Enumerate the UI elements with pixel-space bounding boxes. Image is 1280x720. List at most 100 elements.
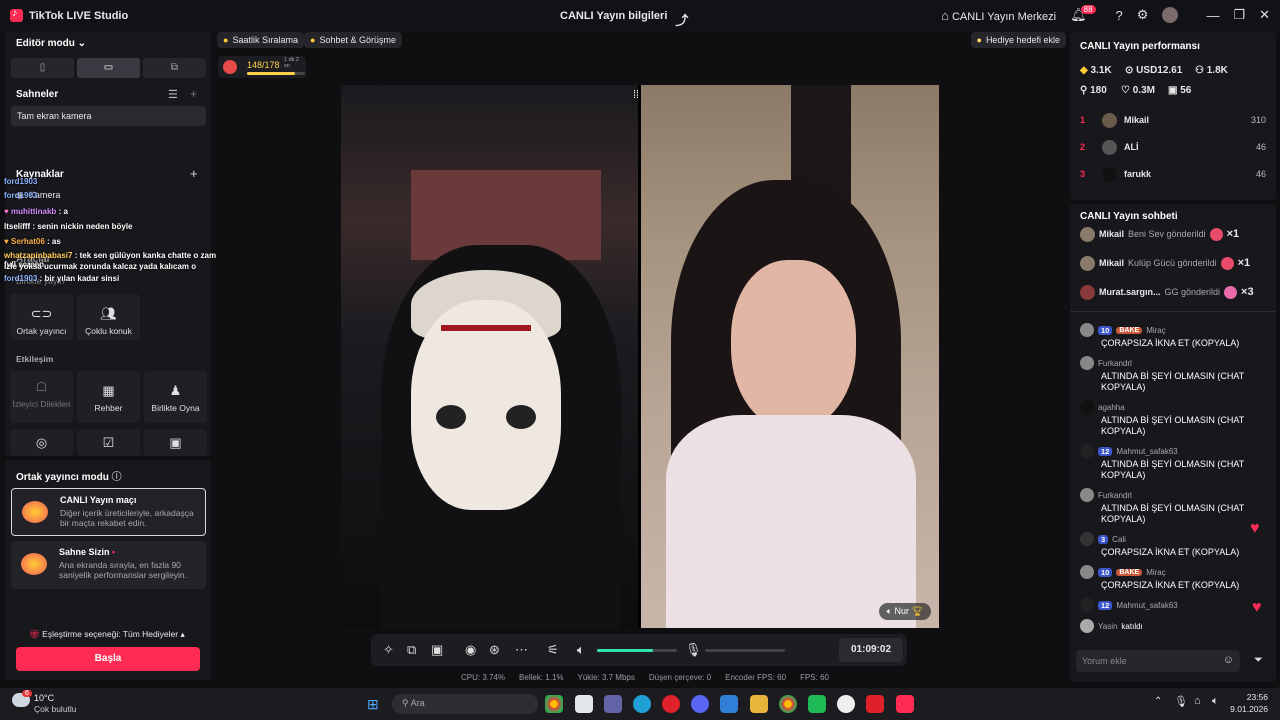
volume-icon[interactable]: 🔈︎	[1212, 695, 1219, 708]
chat-message[interactable]: 10 BAKE Miraç ÇORAPSIZA İKNA ET (KOPYALA)	[1080, 565, 1266, 591]
start-button[interactable]: Başla	[16, 647, 200, 671]
opera-icon[interactable]	[662, 695, 680, 713]
scene-item[interactable]: Tam ekran kamera	[11, 106, 206, 126]
chat-meet-button[interactable]: ● Sohbet & Görüşme	[304, 32, 402, 48]
mail-icon[interactable]	[720, 695, 738, 713]
chat-icon: ●	[310, 35, 316, 45]
info-icon[interactable]: ⓘ	[112, 472, 122, 483]
chat-message[interactable]: Furkandrl ALTINDA Bİ ŞEYİ OLMASIN (CHAT K…	[1080, 488, 1266, 525]
clock-time[interactable]: 23:56	[1240, 692, 1268, 702]
landscape-mode-button[interactable]: ▭	[77, 58, 140, 78]
minimize-icon[interactable]: —	[1206, 8, 1219, 23]
teams-icon[interactable]	[604, 695, 622, 713]
more-icon[interactable]: ⋯	[515, 642, 528, 658]
discord-icon[interactable]	[691, 695, 709, 713]
magic-icon[interactable]: ✧	[383, 642, 394, 658]
close-icon[interactable]: ✕	[1259, 7, 1270, 23]
play-together-button[interactable]: ♟ Birlikte Oyna	[144, 371, 207, 423]
taskbar-search[interactable]: ⚲ Ara	[392, 694, 538, 714]
clock-date[interactable]: 9.01.2026	[1224, 704, 1268, 714]
followers-stat: ⚇ 1.8K	[1195, 65, 1228, 76]
gift-message: Mikail Kulüp Gücü gönderildi ×1	[1080, 252, 1250, 274]
video-preview[interactable]: ⁞⁞ 🔈︎ Nur 🏆︎	[341, 85, 939, 628]
users-icon: 👥︎	[100, 306, 117, 321]
chat-message[interactable]: 12 Mahmut_safak63	[1080, 598, 1266, 612]
layout-icon[interactable]: ▣	[431, 642, 443, 658]
dual-mode-button[interactable]: ⧉	[143, 58, 206, 78]
notifications-button[interactable]: 🔔︎88	[1070, 5, 1101, 23]
chat-message[interactable]: Furkandrl ALTINDA Bİ ŞEYİ OLMASIN (CHAT K…	[1080, 356, 1266, 393]
gear-icon[interactable]: ⚙	[1137, 7, 1149, 23]
avatar	[1080, 444, 1094, 458]
stage-yours-card[interactable]: Sahne Sizin • Ana ekranda sırayla, en fa…	[11, 541, 206, 589]
tiktok-icon[interactable]	[896, 695, 914, 713]
volume-slider[interactable]	[597, 649, 677, 652]
overlay-chat-user: ford1903	[4, 177, 38, 186]
ranking-row[interactable]: 3 farukk 46	[1080, 163, 1266, 185]
windows-start-icon[interactable]: ⊞	[367, 696, 379, 713]
viewer-requests-button[interactable]: ☖ İzleyici Dilekleri	[10, 371, 73, 423]
screen-icon[interactable]: ⧉	[407, 642, 416, 658]
emoji-icon[interactable]: ☺	[1223, 654, 1234, 666]
avatar	[1080, 488, 1094, 502]
card-title: Sahne Sizin •	[59, 547, 116, 557]
folder-icon[interactable]	[750, 695, 768, 713]
microphone-icon[interactable]: 🎙︎	[1174, 695, 1188, 708]
live-info-button[interactable]: CANLI Yayın bilgileri ⤴	[560, 10, 688, 29]
overlay-chat-text: : a	[58, 207, 68, 216]
add-scene-icon[interactable]: +	[190, 87, 197, 101]
live-center-label: CANLI Yayın Merkezi	[951, 10, 1057, 23]
ranking-row[interactable]: 2 ALİ 46	[1080, 136, 1266, 158]
rank-number: 2	[1080, 142, 1086, 152]
record-icon[interactable]: ◉	[465, 642, 476, 658]
weather-desc[interactable]: Çok bulutlu	[34, 704, 77, 714]
portrait-mode-button[interactable]: ▯	[11, 58, 74, 78]
network-icon[interactable]: ⌂	[1194, 695, 1201, 707]
rank-number: 3	[1080, 169, 1086, 179]
tool-button[interactable]: ☑	[77, 429, 140, 456]
upload-stat: Yükle: 3.7 Mbps	[577, 673, 635, 682]
effects-icon[interactable]: ⊛	[489, 642, 500, 658]
mic-slider[interactable]	[705, 649, 785, 652]
cohost-tool-button[interactable]: ⊂⊃ Ortak yayıncı	[10, 294, 73, 340]
tool-button[interactable]: ▣	[144, 429, 207, 456]
interaction-title: Etkileşim	[16, 354, 54, 364]
settings-sliders-icon[interactable]: ⚟	[547, 642, 559, 658]
tool-button[interactable]: ◎	[10, 429, 73, 456]
chevron-up-icon[interactable]: ⌃	[1154, 696, 1162, 707]
file-icon[interactable]	[575, 695, 593, 713]
guest-tag[interactable]: 🔈︎ Nur 🏆︎	[878, 603, 931, 620]
chrome-icon[interactable]	[545, 695, 563, 713]
split-handle-icon[interactable]: ⁞⁞	[633, 89, 639, 101]
avatar[interactable]	[1162, 7, 1179, 23]
guide-tool-button[interactable]: ▦ Rehber	[77, 371, 140, 423]
filter-icon[interactable]: ⏷	[1254, 654, 1263, 667]
app-icon[interactable]	[808, 695, 826, 713]
comment-input[interactable]: Yorum ekle ☺	[1076, 650, 1240, 672]
chat-message[interactable]: 3 Cali ÇORAPSIZA İKNA ET (KOPYALA)	[1080, 532, 1266, 558]
chrome-icon[interactable]	[779, 695, 797, 713]
gift-goal-button[interactable]: ● Hediye hedefi ekle	[970, 32, 1066, 48]
volume-icon[interactable]: 🔈︎	[577, 642, 585, 658]
editor-mode-dropdown[interactable]: Editör modu ⌄	[16, 38, 86, 49]
hourly-ranking-button[interactable]: ● Saatlik Sıralama	[217, 32, 304, 48]
list-icon[interactable]: ☰	[168, 88, 178, 101]
matching-option-dropdown[interactable]: 🎁︎ Eşleştirme seçeneği: Tüm Hediyeler ▴	[29, 629, 185, 640]
stats-bar: CPU: 3.74% Bellek: 1.1% Yükle: 3.7 Mbps …	[461, 673, 829, 682]
multiguest-tool-button[interactable]: 👥︎ Çoklu konuk	[77, 294, 140, 340]
fan-badge: BAKE	[1116, 568, 1143, 576]
chat-message[interactable]: agahha ALTINDA Bİ ŞEYİ OLMASIN (CHAT KOPY…	[1080, 400, 1266, 437]
microphone-icon[interactable]: 🎙︎	[685, 642, 702, 658]
edge-icon[interactable]	[633, 695, 651, 713]
youtube-icon[interactable]	[866, 695, 884, 713]
live-center-button[interactable]: ⌂ CANLI Yayın Merkezi	[941, 8, 1056, 23]
live-match-card[interactable]: CANLI Yayın maçı Diğer içerik üreticiler…	[11, 488, 206, 536]
chat-message[interactable]: 12 Mahmut_safak63 ALTINDA Bİ ŞEYİ OLMASIN …	[1080, 444, 1266, 481]
ranking-row[interactable]: 1 Mikail 310	[1080, 109, 1266, 131]
maximize-icon[interactable]: ❐	[1233, 7, 1245, 23]
help-icon[interactable]: ?	[1116, 8, 1123, 23]
weather-temp[interactable]: 10°C	[34, 693, 54, 703]
app-icon[interactable]	[837, 695, 855, 713]
chat-message[interactable]: 10 BAKE Miraç ÇORAPSIZA İKNA ET (KOPYALA)	[1080, 323, 1266, 349]
link-icon: ⊂⊃	[30, 306, 53, 321]
